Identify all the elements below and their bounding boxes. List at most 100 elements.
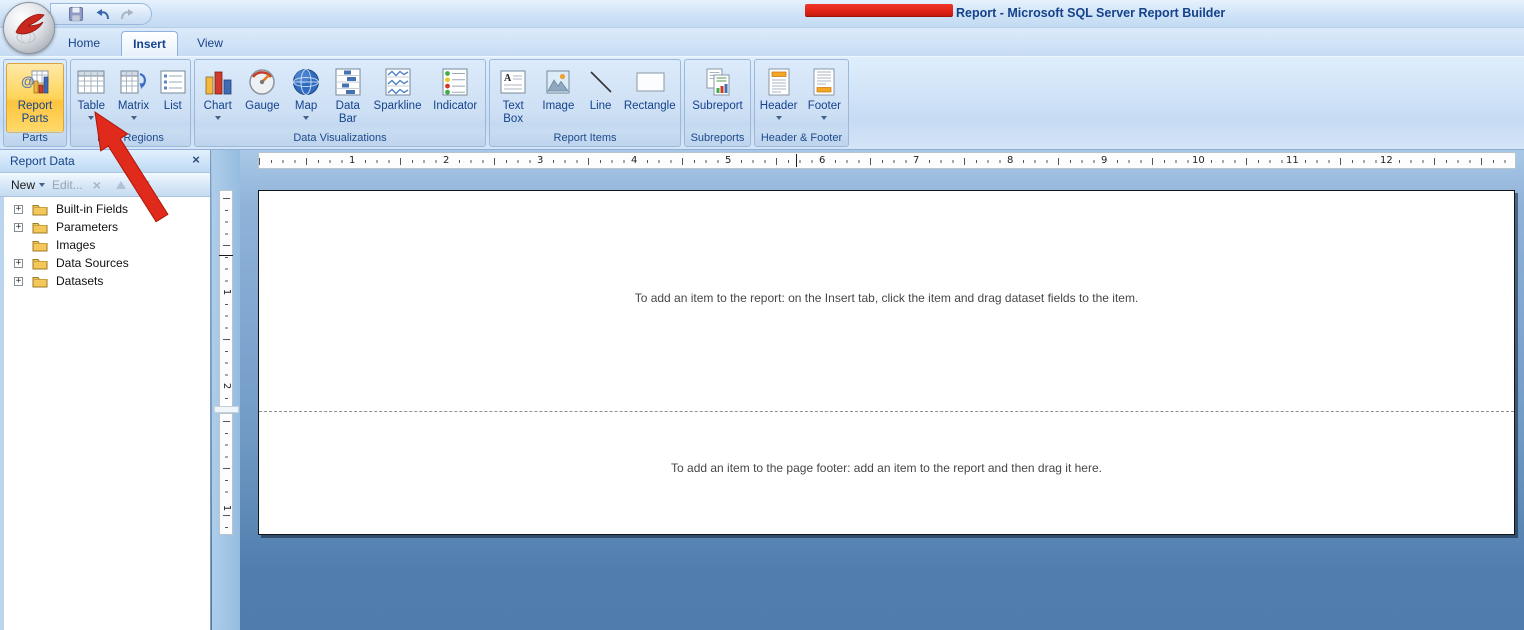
save-icon [68, 6, 84, 22]
chart-button[interactable]: Chart [197, 63, 239, 133]
move-down-icon[interactable] [140, 181, 150, 189]
new-button[interactable]: New [8, 176, 48, 194]
window-title: Report - Microsoft SQL Server Report Bui… [956, 6, 1225, 20]
panel-close-icon[interactable]: × [188, 152, 204, 168]
subreport-icon [703, 65, 733, 99]
header-label: Header [760, 100, 798, 113]
report-data-panel: Report Data × New Edit... × + Built-in F… [0, 150, 211, 630]
h-ruler-number: 1 [347, 155, 357, 167]
footer-icon [809, 65, 839, 99]
edit-button[interactable]: Edit... [52, 178, 83, 192]
line-button[interactable]: Line [582, 63, 620, 133]
h-ruler-number: 6 [817, 155, 827, 167]
delete-button[interactable]: × [87, 177, 107, 193]
report-data-toolbar: New Edit... × [0, 173, 210, 197]
table-button[interactable]: Table [71, 63, 111, 133]
folder-icon [32, 221, 48, 234]
subreport-label: Subreport [692, 100, 743, 113]
ruler-half-ticks [223, 421, 230, 532]
group-label-header-footer: Header & Footer [755, 131, 848, 146]
footer-label: Footer [808, 100, 841, 113]
line-icon [586, 65, 616, 99]
tree-item-label: Datasets [56, 274, 103, 288]
quick-access-toolbar [50, 3, 152, 25]
subreport-button[interactable]: Subreport [687, 63, 749, 133]
report-data-title: Report Data [10, 154, 75, 168]
rectangle-label: Rectangle [624, 100, 676, 113]
chart-dropdown-arrow-icon[interactable] [215, 116, 221, 120]
tab-home[interactable]: Home [58, 31, 110, 56]
map-button[interactable]: Map [286, 63, 326, 133]
footer-dropdown-arrow-icon[interactable] [821, 116, 827, 120]
rectangle-button[interactable]: Rectangle [621, 63, 679, 133]
tree-expander-icon[interactable]: + [14, 223, 23, 232]
page-footer-hint[interactable]: To add an item to the page footer: add a… [259, 461, 1514, 475]
section-splitter-handle[interactable] [214, 406, 239, 413]
header-button[interactable]: Header [757, 63, 801, 133]
line-label: Line [590, 100, 612, 113]
folder-icon [32, 257, 48, 270]
vertical-ruler-body: 1 2 [219, 190, 233, 407]
footer-button[interactable]: Footer [802, 63, 846, 133]
gauge-icon [247, 65, 277, 99]
indicator-label: Indicator [433, 100, 477, 113]
image-label: Image [542, 100, 574, 113]
folder-icon [32, 239, 48, 252]
tree-item-data-sources[interactable]: + Data Sources [0, 254, 210, 272]
rectangle-icon [633, 65, 667, 99]
h-ruler-number: 12 [1378, 155, 1395, 167]
sparkline-button[interactable]: Sparkline [370, 63, 426, 133]
list-icon [158, 65, 188, 99]
sql-server-logo-icon [7, 6, 51, 50]
redo-icon [120, 6, 136, 22]
image-button[interactable]: Image [536, 63, 580, 133]
tab-insert[interactable]: Insert [121, 31, 178, 56]
tree-expander-icon[interactable]: + [14, 205, 23, 214]
list-button[interactable]: List [156, 63, 190, 133]
application-menu-button[interactable] [3, 2, 55, 54]
save-button[interactable] [67, 5, 85, 23]
move-up-icon[interactable] [116, 181, 126, 189]
h-ruler-number: 4 [629, 155, 639, 167]
undo-button[interactable] [93, 5, 111, 23]
tree-item-images[interactable]: Images [0, 236, 210, 254]
gauge-label: Gauge [245, 100, 280, 113]
report-parts-label: Report Parts [7, 100, 63, 126]
ribbon: @ Report Parts Parts [0, 56, 1524, 150]
indicator-button[interactable]: Indicator [427, 63, 483, 133]
title-bar: Report - Microsoft SQL Server Report Bui… [0, 0, 1524, 28]
tree-item-datasets[interactable]: + Datasets [0, 272, 210, 290]
tree-item-built-in-fields[interactable]: + Built-in Fields [0, 200, 210, 218]
text-box-label: Text Box [491, 100, 535, 126]
gauge-button[interactable]: Gauge [240, 63, 284, 133]
redo-button[interactable] [119, 5, 137, 23]
report-parts-button[interactable]: @ Report Parts [6, 63, 64, 133]
group-label-report-items: Report Items [490, 131, 680, 146]
sparkline-label: Sparkline [374, 100, 422, 113]
tree-expander-icon[interactable]: + [14, 259, 23, 268]
header-dropdown-arrow-icon[interactable] [776, 116, 782, 120]
v-ruler-number: 1 [220, 502, 232, 514]
group-label-subreports: Subreports [685, 131, 750, 146]
h-ruler-number: 11 [1284, 155, 1301, 167]
data-bar-button[interactable]: Data Bar [328, 63, 368, 133]
folder-icon [32, 203, 48, 216]
page-footer-divider [259, 411, 1514, 412]
matrix-label: Matrix [118, 100, 149, 113]
matrix-dropdown-arrow-icon[interactable] [131, 116, 137, 120]
new-dropdown-arrow-icon[interactable] [39, 183, 45, 187]
matrix-button[interactable]: Matrix [112, 63, 156, 133]
tree-item-label: Parameters [56, 220, 118, 234]
table-dropdown-arrow-icon[interactable] [88, 116, 94, 120]
chart-label: Chart [204, 100, 232, 113]
report-body-hint[interactable]: To add an item to the report: on the Ins… [259, 291, 1514, 305]
map-icon [291, 65, 321, 99]
tree-item-label: Built-in Fields [56, 202, 128, 216]
text-box-button[interactable]: A Text Box [491, 63, 535, 133]
header-icon [764, 65, 794, 99]
tree-expander-icon[interactable]: + [14, 277, 23, 286]
tree-item-parameters[interactable]: + Parameters [0, 218, 210, 236]
map-dropdown-arrow-icon[interactable] [303, 116, 309, 120]
vertical-ruler-cursor-mark [219, 255, 233, 256]
tab-view[interactable]: View [186, 31, 234, 56]
